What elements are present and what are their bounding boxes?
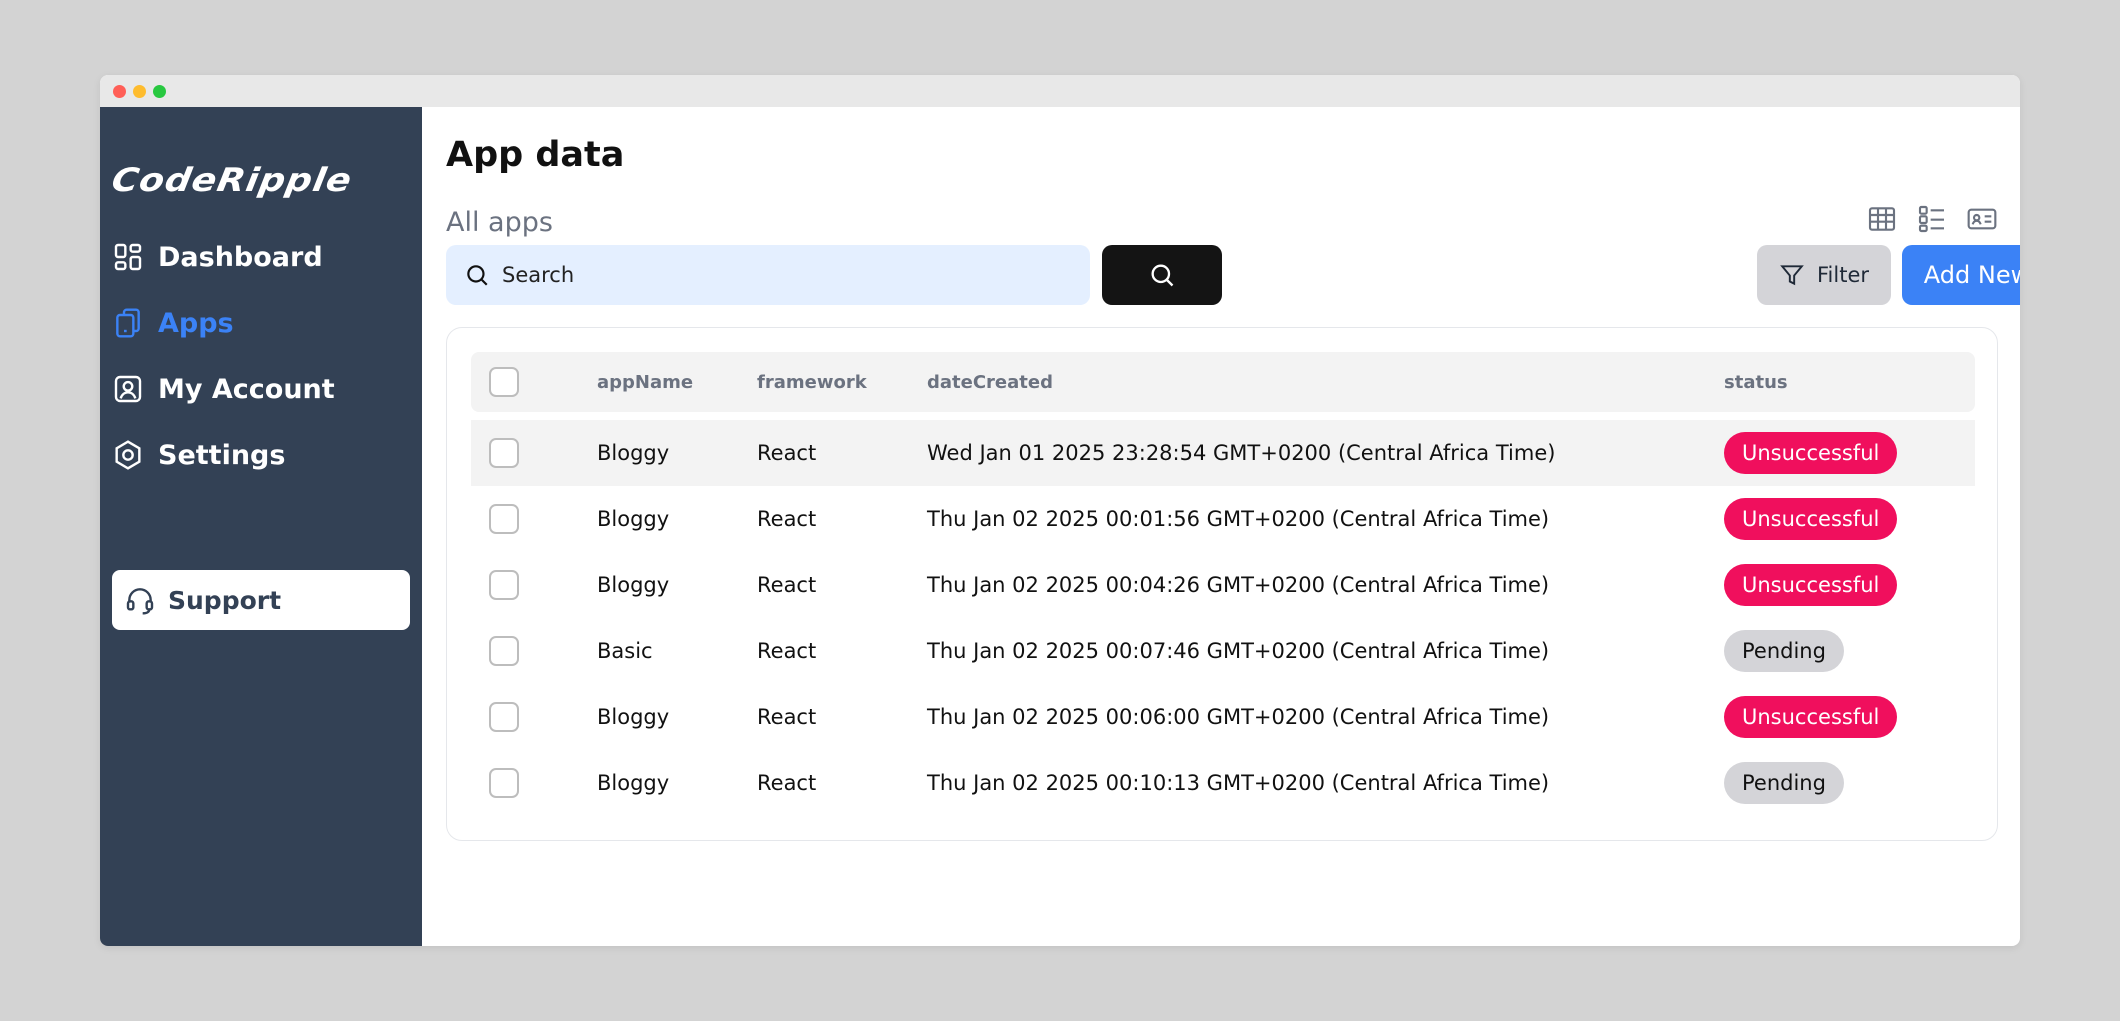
row-checkbox[interactable] (489, 570, 519, 600)
search-icon (1151, 264, 1174, 287)
add-new-button[interactable]: Add New (1902, 245, 2020, 305)
sidebar-item-label: My Account (158, 373, 335, 405)
status-badge: Unsuccessful (1724, 432, 1898, 474)
row-checkbox[interactable] (489, 504, 519, 534)
select-all-checkbox[interactable] (489, 367, 519, 397)
table-view-icon[interactable] (1866, 203, 1898, 235)
cell-datecreated: Thu Jan 02 2025 00:01:56 GMT+0200 (Centr… (927, 507, 1550, 531)
search-input[interactable] (502, 263, 1062, 287)
filter-label: Filter (1816, 263, 1869, 287)
table-row[interactable]: Bloggy React Thu Jan 02 2025 00:04:26 GM… (471, 552, 1975, 618)
cell-appname: Bloggy (597, 771, 670, 795)
minimize-window-icon[interactable] (133, 84, 146, 98)
close-window-icon[interactable] (113, 84, 126, 98)
sidebar-item-label: Settings (158, 439, 286, 471)
window-titlebar (100, 75, 2020, 107)
sidebar-item-label: Dashboard (158, 241, 323, 273)
row-checkbox[interactable] (489, 702, 519, 732)
cell-appname: Bloggy (597, 507, 670, 531)
cell-framework: React (757, 573, 817, 597)
app-window: CodeRipple Dashboard Apps My Account Set… (100, 75, 2020, 946)
table-header: appName framework dateCreated status (471, 352, 1975, 412)
cell-framework: React (757, 771, 817, 795)
cell-datecreated: Wed Jan 01 2025 23:28:54 GMT+0200 (Centr… (927, 441, 1556, 465)
sidebar-item-label: Apps (158, 307, 234, 339)
table-row[interactable]: Bloggy React Wed Jan 01 2025 23:28:54 GM… (471, 420, 1975, 486)
table-row[interactable]: Bloggy React Thu Jan 02 2025 00:01:56 GM… (471, 486, 1975, 552)
cell-framework: React (757, 705, 817, 729)
support-label: Support (168, 585, 282, 615)
column-header-framework[interactable]: framework (757, 352, 867, 412)
filter-icon (1780, 265, 1804, 286)
table-row[interactable]: Basic React Thu Jan 02 2025 00:07:46 GMT… (471, 618, 1975, 684)
cell-appname: Bloggy (597, 441, 670, 465)
headset-icon (126, 588, 154, 615)
sidebar: CodeRipple Dashboard Apps My Account Set… (100, 107, 422, 946)
status-badge: Unsuccessful (1724, 696, 1898, 738)
sidebar-item-apps[interactable]: Apps (112, 299, 410, 347)
sidebar-item-my-account[interactable]: My Account (112, 365, 410, 413)
column-header-datecreated[interactable]: dateCreated (927, 352, 1053, 412)
row-checkbox[interactable] (489, 438, 519, 468)
cell-datecreated: Thu Jan 02 2025 00:07:46 GMT+0200 (Centr… (927, 639, 1550, 663)
table-row[interactable]: Bloggy React Thu Jan 02 2025 00:06:00 GM… (471, 684, 1975, 750)
maximize-window-icon[interactable] (153, 84, 166, 98)
user-square-icon (114, 375, 142, 403)
support-button[interactable]: Support (112, 570, 410, 630)
apps-table: appName framework dateCreated status Blo… (446, 327, 1998, 841)
status-badge: Pending (1724, 762, 1844, 804)
dashboard-icon (114, 243, 142, 271)
cell-appname: Basic (597, 639, 653, 663)
list-view-icon[interactable] (1916, 203, 1948, 235)
cell-appname: Bloggy (597, 573, 670, 597)
search-icon (467, 265, 488, 286)
cell-appname: Bloggy (597, 705, 670, 729)
status-badge: Unsuccessful (1724, 498, 1898, 540)
sidebar-item-dashboard[interactable]: Dashboard (112, 233, 410, 281)
status-badge: Pending (1724, 630, 1844, 672)
column-header-status[interactable]: status (1724, 352, 1788, 412)
filter-button[interactable]: Filter (1757, 245, 1891, 305)
add-new-label: Add New (1923, 261, 2020, 289)
search-field[interactable] (446, 245, 1090, 305)
section-title: All apps (446, 207, 553, 238)
row-checkbox[interactable] (489, 768, 519, 798)
view-switcher (1866, 203, 1998, 235)
cell-framework: React (757, 441, 817, 465)
status-badge: Unsuccessful (1724, 564, 1898, 606)
card-view-icon[interactable] (1966, 203, 1998, 235)
sidebar-item-settings[interactable]: Settings (112, 431, 410, 479)
column-header-appname[interactable]: appName (597, 352, 693, 412)
hexagon-settings-icon (115, 440, 141, 470)
brand-logo[interactable]: CodeRipple (109, 161, 416, 201)
search-button[interactable] (1102, 245, 1222, 305)
row-checkbox[interactable] (489, 636, 519, 666)
cell-framework: React (757, 639, 817, 663)
cell-datecreated: Thu Jan 02 2025 00:06:00 GMT+0200 (Centr… (927, 705, 1550, 729)
table-row[interactable]: Bloggy React Thu Jan 02 2025 00:10:13 GM… (471, 750, 1975, 816)
main-content: App data All apps Search Filter Add New … (422, 107, 2020, 946)
cell-datecreated: Thu Jan 02 2025 00:10:13 GMT+0200 (Centr… (927, 771, 1550, 795)
tablet-icon (116, 308, 140, 338)
cell-framework: React (757, 507, 817, 531)
cell-datecreated: Thu Jan 02 2025 00:04:26 GMT+0200 (Centr… (927, 573, 1550, 597)
page-title: App data (446, 135, 625, 175)
